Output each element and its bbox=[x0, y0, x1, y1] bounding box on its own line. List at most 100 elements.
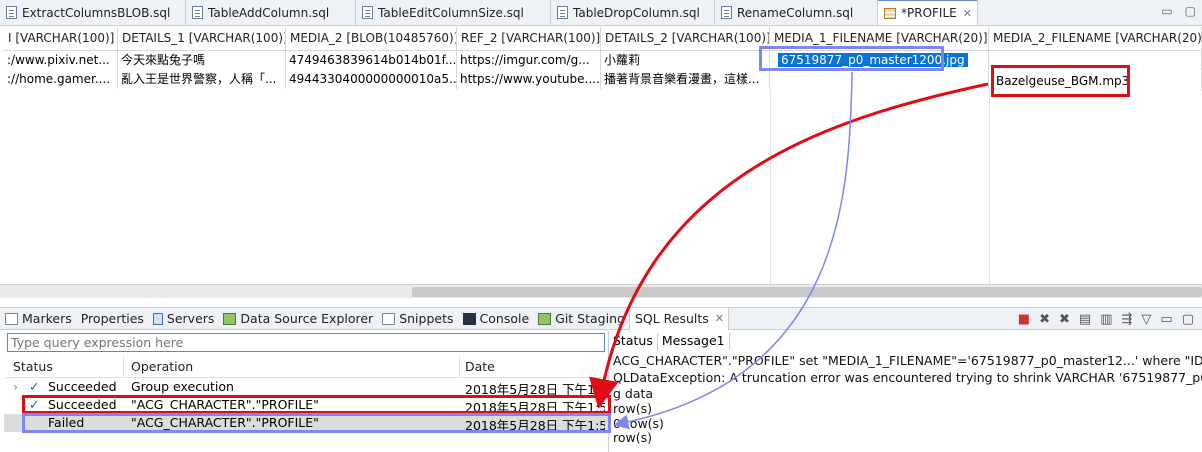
result-status: Succeeded bbox=[48, 379, 117, 394]
table-row[interactable]: :/www.pixiv.net... 今天來點兔子嗎 4749463839614… bbox=[4, 51, 1202, 70]
close-icon[interactable]: ✕ bbox=[715, 312, 724, 325]
minimize-icon[interactable]: ▭ bbox=[1161, 4, 1172, 18]
tab-label: Snippets bbox=[399, 311, 454, 326]
message-line: row(s) bbox=[613, 401, 653, 416]
message-line: row(s) bbox=[613, 430, 653, 445]
grid-cell-media2-filename[interactable]: Bazelgeuse_BGM.mp3 bbox=[989, 72, 1202, 91]
tab-label: *PROFILE bbox=[901, 6, 957, 20]
tab-label: Markers bbox=[22, 311, 72, 326]
tab-table-edit-column-size[interactable]: TableEditColumnSize.sql bbox=[356, 0, 551, 25]
result-operation: "ACG_CHARACTER"."PROFILE" bbox=[131, 397, 319, 412]
column-divider bbox=[123, 356, 124, 378]
horizontal-scrollbar[interactable] bbox=[0, 284, 1202, 298]
column-header[interactable]: REF_2 [VARCHAR(100)] bbox=[457, 27, 601, 51]
grid-cell[interactable]: https://www.youtube.... bbox=[457, 70, 601, 89]
sql-file-icon bbox=[192, 6, 203, 19]
tab-table-drop-column[interactable]: TableDropColumn.sql bbox=[551, 0, 715, 25]
expand-chevron-icon[interactable]: › bbox=[13, 379, 18, 394]
terminate-icon[interactable]: ■ bbox=[1018, 312, 1030, 327]
status-column-header[interactable]: Status bbox=[13, 359, 53, 374]
tab-label: RenameColumn.sql bbox=[737, 5, 854, 20]
minimize-icon[interactable]: ▭ bbox=[1160, 312, 1172, 327]
layout-icon[interactable]: ▤ bbox=[1079, 312, 1091, 327]
tab-rename-column[interactable]: RenameColumn.sql bbox=[715, 0, 878, 25]
tab-label: SQL Results bbox=[634, 311, 709, 326]
view-menu-icon[interactable]: ▽ bbox=[1141, 312, 1151, 327]
result-row-succeeded[interactable]: ✓ Succeeded "ACG_CHARACTER"."PROFILE" 20… bbox=[4, 396, 608, 415]
result-operation: "ACG_CHARACTER"."PROFILE" bbox=[131, 415, 319, 430]
grid-cell[interactable] bbox=[989, 51, 1202, 70]
query-filter-input[interactable] bbox=[7, 333, 605, 352]
operation-column-header[interactable]: Operation bbox=[131, 359, 193, 374]
column-header[interactable]: MEDIA_1_FILENAME [VARCHAR(20)] bbox=[770, 27, 989, 51]
column-header[interactable]: DETAILS_2 [VARCHAR(100)] bbox=[601, 27, 770, 51]
grid-cell[interactable]: 亂入王是世界警察，人稱「... bbox=[118, 70, 286, 89]
close-icon[interactable]: ✕ bbox=[963, 7, 972, 20]
result-date: 2018年5月28日 下午1:58:5 bbox=[465, 418, 605, 433]
tab-snippets[interactable]: Snippets bbox=[377, 308, 457, 330]
check-icon: ✓ bbox=[29, 397, 40, 412]
window-controls: ▭ ▢ bbox=[1161, 4, 1196, 18]
tab-label: TableAddColumn.sql bbox=[208, 5, 330, 20]
grid-cell[interactable]: 播著背景音樂看漫畫，這樣... bbox=[601, 70, 770, 89]
snippets-icon bbox=[382, 312, 396, 325]
result-details-panel: Status Message1 ACG_CHARACTER"."PROFILE"… bbox=[608, 331, 1202, 452]
maximize-icon[interactable]: ▢ bbox=[1185, 4, 1196, 18]
result-row-group[interactable]: › ✓ Succeeded Group execution 2018年5月28日… bbox=[4, 378, 608, 397]
grid-cell-media1-filename[interactable]: 67519877_p0_master1200.jpg bbox=[770, 51, 989, 70]
grid-cell[interactable]: https://imgur.com/g... bbox=[457, 51, 601, 70]
grid-cell[interactable]: 小蘿莉 bbox=[601, 51, 770, 70]
message-line: g data bbox=[613, 386, 654, 401]
tab-sql-results[interactable]: SQL Results ✕ bbox=[4, 307, 730, 347]
result-operation: Group execution bbox=[131, 379, 234, 394]
results-header: Status Operation Date bbox=[4, 356, 608, 378]
message-line: 0 row(s) bbox=[613, 416, 664, 431]
tab-extract-columns-blob[interactable]: ExtractColumnsBLOB.sql bbox=[0, 0, 186, 25]
console-icon bbox=[462, 312, 476, 325]
selected-cell-editor[interactable]: 67519877_p0_master1200.jpg bbox=[778, 53, 968, 67]
remove-result-icon[interactable]: ✖ bbox=[1039, 312, 1050, 327]
remove-all-results-icon[interactable]: ✖ bbox=[1059, 312, 1070, 327]
tab-properties[interactable]: Properties bbox=[4, 308, 148, 347]
grid-cell[interactable]: 4944330400000000010a5... bbox=[286, 70, 457, 89]
date-column-header[interactable]: Date bbox=[465, 359, 495, 374]
table-icon bbox=[884, 7, 896, 19]
tab-table-add-column[interactable]: TableAddColumn.sql bbox=[186, 0, 356, 25]
sql-file-icon bbox=[6, 6, 17, 19]
message-line: ACG_CHARACTER"."PROFILE" set "MEDIA_1_FI… bbox=[613, 353, 1202, 368]
save-result-icon[interactable]: ▥ bbox=[1100, 312, 1112, 327]
tab-label: Git Staging bbox=[555, 311, 625, 326]
column-header[interactable]: DETAILS_1 [VARCHAR(100)] bbox=[118, 27, 286, 51]
scrollbar-thumb[interactable] bbox=[412, 287, 1202, 297]
tab-profile[interactable]: *PROFILE ✕ bbox=[878, 0, 978, 25]
table-data-grid[interactable]: I [VARCHAR(100)] DETAILS_1 [VARCHAR(100)… bbox=[4, 27, 1202, 285]
view-tab-bar: Markers Properties Servers Data Source E… bbox=[0, 307, 1202, 347]
result-detail-tabs: Status Message1 bbox=[609, 333, 730, 351]
maximize-icon[interactable]: ▢ bbox=[1182, 312, 1194, 327]
grid-cell[interactable]: :/www.pixiv.net... bbox=[4, 51, 118, 70]
grid-cell[interactable] bbox=[770, 70, 989, 89]
tab-label: Console bbox=[479, 311, 530, 326]
tab-status[interactable]: Status bbox=[609, 333, 658, 351]
result-row-failed[interactable]: ✕ Failed "ACG_CHARACTER"."PROFILE" 2018年… bbox=[4, 414, 608, 433]
grid-cell[interactable]: 今天來點兔子嗎 bbox=[118, 51, 286, 70]
tab-label: Data Source Explorer bbox=[240, 311, 374, 326]
tab-servers[interactable]: Servers bbox=[148, 308, 219, 330]
grid-cell[interactable]: ://home.gamer.... bbox=[4, 70, 118, 89]
column-divider bbox=[770, 89, 771, 285]
column-header[interactable]: I [VARCHAR(100)] bbox=[4, 27, 118, 51]
check-icon: ✓ bbox=[29, 379, 40, 394]
column-header[interactable]: MEDIA_2_FILENAME [VARCHAR(20)] bbox=[989, 27, 1202, 51]
tab-git-staging[interactable]: Git Staging bbox=[533, 308, 629, 330]
tab-data-source-explorer[interactable]: Data Source Explorer bbox=[218, 308, 377, 330]
tab-message1[interactable]: Message1 bbox=[657, 333, 730, 351]
sql-file-icon bbox=[721, 6, 732, 19]
column-divider bbox=[989, 89, 990, 285]
tab-markers[interactable]: Markers bbox=[0, 308, 76, 330]
column-header[interactable]: MEDIA_2 [BLOB(10485760)] bbox=[286, 27, 457, 51]
view-toolbar: ■ ✖ ✖ ▤ ▥ ⇶ ▽ ▭ ▢ bbox=[1018, 308, 1202, 330]
grid-cell[interactable]: 4749463839614b014b01f... bbox=[286, 51, 457, 70]
pin-icon[interactable]: ⇶ bbox=[1122, 312, 1133, 327]
table-row[interactable]: ://home.gamer.... 亂入王是世界警察，人稱「... 494433… bbox=[4, 70, 1202, 91]
tab-console[interactable]: Console bbox=[458, 308, 534, 330]
